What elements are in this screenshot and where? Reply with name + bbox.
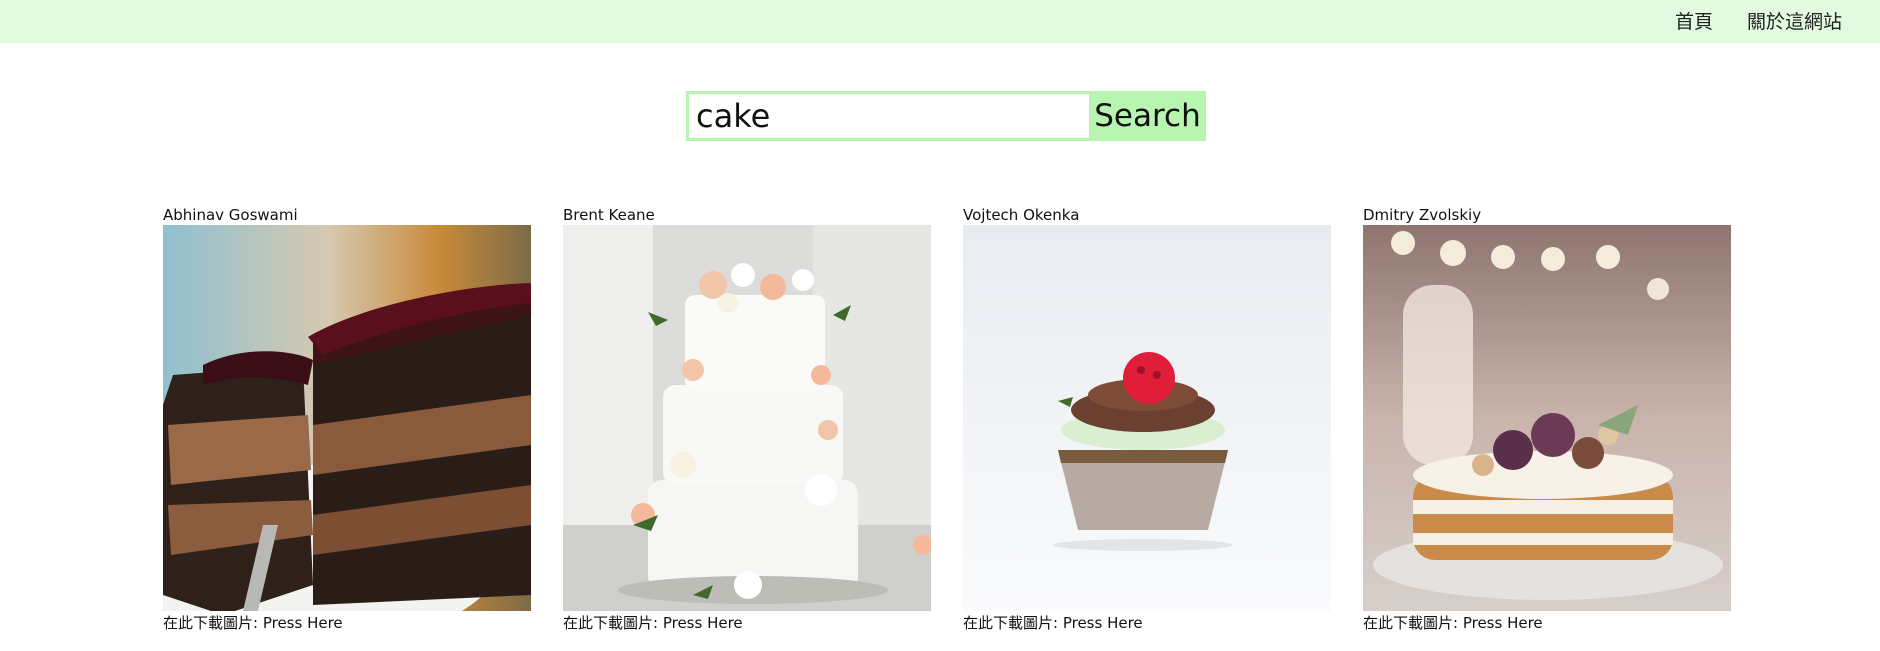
photographer-name: Brent Keane xyxy=(563,206,655,224)
nav-home-link[interactable]: 首頁 xyxy=(1675,9,1713,35)
download-prefix: 在此下載圖片: xyxy=(1363,614,1463,632)
cake-photo[interactable] xyxy=(963,225,1331,611)
search-input[interactable] xyxy=(686,91,1089,141)
cake-photo[interactable] xyxy=(563,225,931,611)
photographer-name: Vojtech Okenka xyxy=(963,206,1080,224)
download-link[interactable]: Press Here xyxy=(1463,614,1543,632)
download-line: 在此下載圖片: Press Here xyxy=(963,613,1143,633)
top-nav-bar: 首頁 關於這網站 xyxy=(0,0,1880,43)
result-card: Dmitry Zvolskiy 在此下載圖片: Press Here xyxy=(1363,205,1731,635)
download-line: 在此下載圖片: Press Here xyxy=(1363,613,1543,633)
nav-about-link[interactable]: 關於這網站 xyxy=(1747,9,1842,35)
cake-photo[interactable] xyxy=(1363,225,1731,611)
download-line: 在此下載圖片: Press Here xyxy=(563,613,743,633)
result-card: Abhinav Goswami 在此下載圖片: Press Here xyxy=(163,205,531,635)
download-prefix: 在此下載圖片: xyxy=(963,614,1063,632)
download-link[interactable]: Press Here xyxy=(663,614,743,632)
download-link[interactable]: Press Here xyxy=(263,614,343,632)
search-button[interactable]: Search xyxy=(1089,91,1206,141)
result-card: Brent Keane 在此下載圖片: Press Here xyxy=(563,205,931,635)
download-prefix: 在此下載圖片: xyxy=(563,614,663,632)
cake-photo[interactable] xyxy=(163,225,531,611)
photographer-name: Dmitry Zvolskiy xyxy=(1363,206,1482,224)
result-card: Vojtech Okenka 在此下載圖片: Press Here xyxy=(963,205,1331,635)
download-prefix: 在此下載圖片: xyxy=(163,614,263,632)
photographer-name: Abhinav Goswami xyxy=(163,206,298,224)
download-link[interactable]: Press Here xyxy=(1063,614,1143,632)
download-line: 在此下載圖片: Press Here xyxy=(163,613,343,633)
